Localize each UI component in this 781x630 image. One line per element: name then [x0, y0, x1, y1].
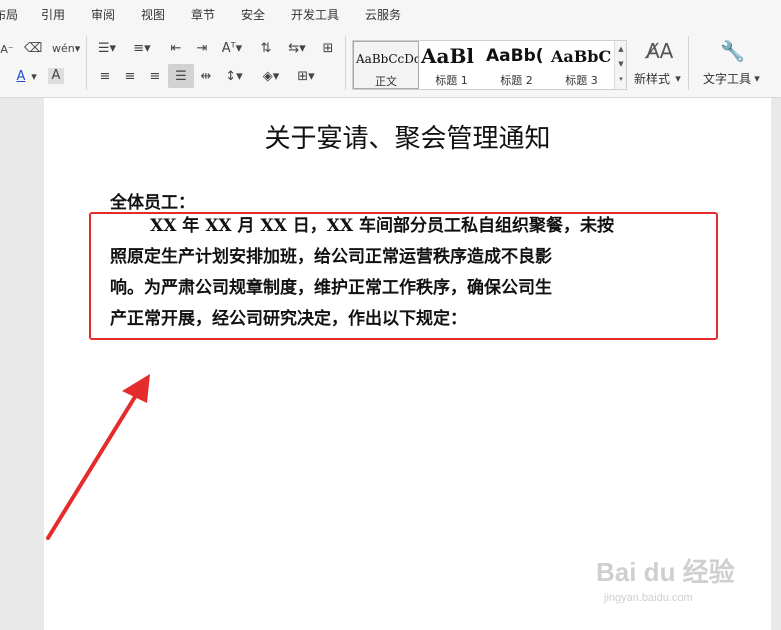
- watermark-url: jingyan.baidu.com: [604, 592, 693, 604]
- baidu-watermark: Bai du 经验 jingyan.baidu.com: [596, 552, 746, 612]
- annotation-arrow-icon: [46, 374, 150, 540]
- watermark-logo: Bai du 经验: [596, 557, 735, 587]
